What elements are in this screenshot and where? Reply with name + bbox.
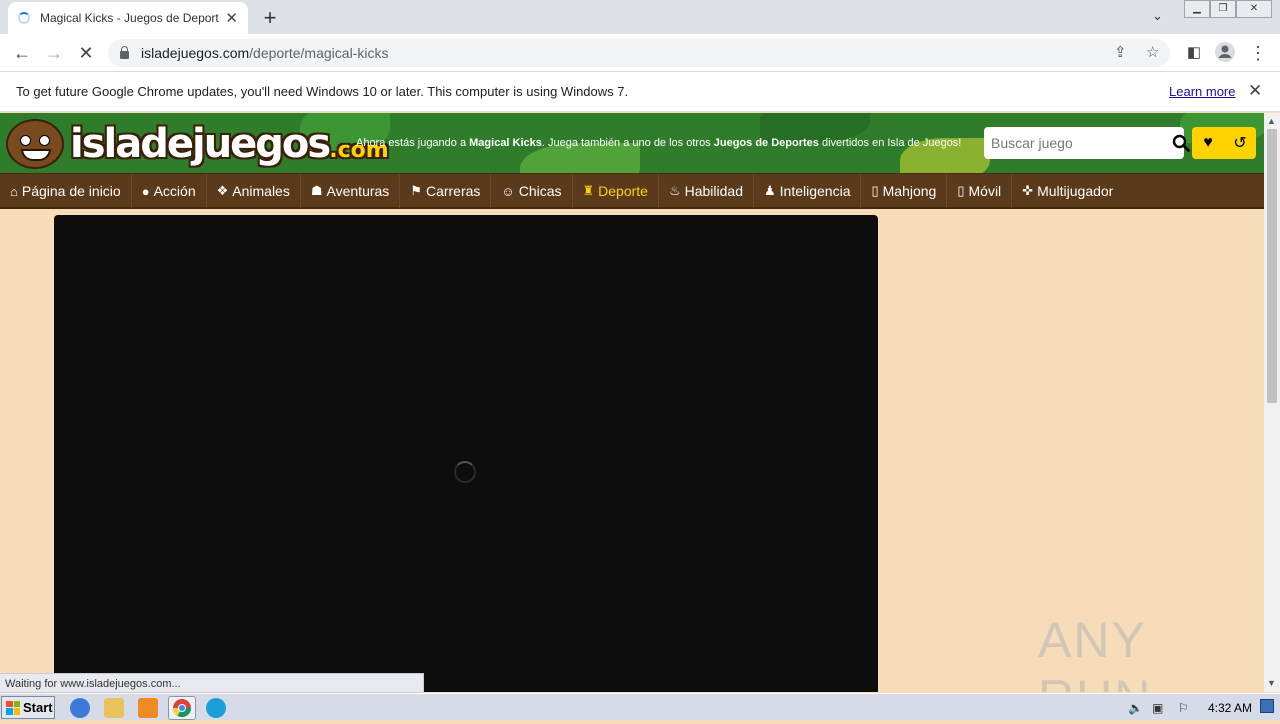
- show-desktop-button[interactable]: [1260, 699, 1274, 713]
- loading-spinner-icon: [454, 461, 476, 483]
- taskbar-clock[interactable]: 4:32 AM: [1208, 701, 1252, 715]
- tab-title: Magical Kicks - Juegos de Deportes: [40, 11, 220, 25]
- history-icon[interactable]: ↺: [1224, 127, 1256, 159]
- start-button[interactable]: Start: [1, 696, 55, 719]
- category-link[interactable]: Juegos de Deportes: [714, 137, 819, 149]
- nav-item-multijugador[interactable]: ✜ Multijugador: [1012, 174, 1123, 208]
- action-center-flag-icon[interactable]: ⚐: [1178, 701, 1189, 715]
- browser-titlebar: Magical Kicks - Juegos de Deportes ✕ + ⌄…: [0, 0, 1280, 34]
- chess-icon: ♟: [764, 183, 776, 198]
- browser-tab[interactable]: Magical Kicks - Juegos de Deportes ✕: [8, 2, 248, 34]
- tile-icon: ▯: [871, 183, 879, 198]
- edge-icon[interactable]: [206, 698, 226, 718]
- windows-logo-icon: [6, 700, 20, 715]
- flag-icon: ⚑: [410, 183, 422, 198]
- bomb-icon: ●: [141, 183, 150, 199]
- nav-item-habilidad[interactable]: ♨ Habilidad: [659, 174, 754, 208]
- girl-icon: ☺: [501, 183, 515, 199]
- nav-item-animales[interactable]: ❖ Animales: [207, 174, 301, 208]
- windows-taskbar: Start 🔈 ▣ ⚐ 4:32 AM: [0, 693, 1280, 720]
- nav-item-inteligencia[interactable]: ♟ Inteligencia: [754, 174, 862, 208]
- search-box: [984, 127, 1190, 159]
- now-playing-tagline: Ahora estás jugando a Magical Kicks. Jue…: [356, 137, 962, 149]
- address-bar[interactable]: isladejuegos.com/deporte/magical-kicks ⇪…: [108, 39, 1170, 67]
- forward-button[interactable]: →: [42, 41, 66, 65]
- share-icon[interactable]: ⇪: [1114, 43, 1127, 61]
- site-header: isladejuegos.com Ahora estás jugando a M…: [0, 113, 1264, 173]
- internet-explorer-icon[interactable]: [70, 698, 90, 718]
- maximize-button[interactable]: ❐: [1210, 0, 1236, 18]
- stop-loading-button[interactable]: ✕: [74, 41, 98, 65]
- infobar-message: To get future Google Chrome updates, you…: [16, 84, 629, 99]
- tab-close-icon[interactable]: ✕: [225, 9, 238, 27]
- scroll-down-icon[interactable]: ▼: [1267, 678, 1276, 688]
- nav-item-chicas[interactable]: ☺ Chicas: [491, 174, 573, 208]
- paw-icon: ❖: [216, 183, 229, 198]
- nav-item-mahjong[interactable]: ▯ Mahjong: [861, 174, 948, 208]
- nav-item-deporte[interactable]: ♜ Deporte: [573, 174, 659, 208]
- side-panel-icon[interactable]: ◧: [1182, 41, 1206, 65]
- menu-kebab-icon[interactable]: ⋮: [1246, 41, 1270, 65]
- close-window-button[interactable]: ✕: [1236, 0, 1272, 18]
- network-icon[interactable]: ▣: [1152, 701, 1163, 715]
- scroll-up-icon[interactable]: ▲: [1267, 116, 1276, 126]
- nav-item-carreras[interactable]: ⚑ Carreras: [400, 174, 492, 208]
- back-button[interactable]: ←: [10, 41, 34, 65]
- bookmark-star-icon[interactable]: ☆: [1146, 43, 1159, 61]
- category-navbar: ⌂ Página de inicio ● Acción ❖ Animales ☗ Ave…: [0, 173, 1264, 209]
- search-input[interactable]: [984, 128, 1172, 158]
- nav-item-aventuras[interactable]: ☗ Aventuras: [301, 174, 401, 208]
- media-player-icon[interactable]: [138, 698, 158, 718]
- vertical-scrollbar[interactable]: ▲ ▼: [1264, 113, 1280, 692]
- gamepad-icon: ✜: [1022, 183, 1034, 198]
- skill-icon: ♨: [668, 183, 681, 198]
- search-icon[interactable]: [1172, 128, 1190, 158]
- nav-item-movil[interactable]: ▯ Móvil: [947, 174, 1013, 208]
- scrollbar-thumb[interactable]: [1267, 129, 1277, 403]
- new-tab-button[interactable]: +: [258, 5, 282, 31]
- tab-search-icon[interactable]: ⌄: [1152, 8, 1163, 24]
- profile-icon[interactable]: [1213, 41, 1237, 65]
- learn-more-link[interactable]: Learn more: [1169, 84, 1235, 99]
- nav-item-inicio[interactable]: ⌂ Página de inicio: [0, 174, 132, 208]
- favorites-heart-icon[interactable]: ♥: [1192, 127, 1224, 159]
- volume-icon[interactable]: 🔈: [1128, 701, 1143, 715]
- home-icon: ⌂: [10, 183, 18, 199]
- mobile-icon: ▯: [957, 183, 965, 198]
- minimize-button[interactable]: ▁: [1184, 0, 1210, 18]
- user-actions: ♥ ↺: [1192, 127, 1256, 159]
- game-frame[interactable]: [54, 215, 878, 692]
- lock-icon[interactable]: [120, 45, 129, 59]
- page-viewport: isladejuegos.com Ahora estás jugando a M…: [0, 113, 1264, 692]
- chrome-taskbar-button[interactable]: [168, 696, 196, 720]
- monkey-logo-icon[interactable]: [6, 119, 64, 169]
- nav-item-accion[interactable]: ● Acción: [132, 174, 207, 208]
- update-infobar: To get future Google Chrome updates, you…: [0, 72, 1280, 112]
- site-logo[interactable]: isladejuegos.com: [70, 121, 389, 167]
- infobar-close-icon[interactable]: ✕: [1248, 81, 1262, 101]
- file-explorer-icon[interactable]: [104, 698, 124, 718]
- anyrun-watermark: ANY RUN: [1038, 612, 1150, 692]
- url-text: isladejuegos.com/deporte/magical-kicks: [141, 45, 389, 61]
- browser-toolbar: ← → ✕ isladejuegos.com/deporte/magical-k…: [0, 34, 1280, 72]
- loading-status: Waiting for www.isladejuegos.com...: [0, 673, 424, 693]
- tab-loading-icon: [18, 12, 30, 24]
- hat-icon: ☗: [310, 183, 323, 198]
- shirt-icon: ♜: [582, 183, 595, 198]
